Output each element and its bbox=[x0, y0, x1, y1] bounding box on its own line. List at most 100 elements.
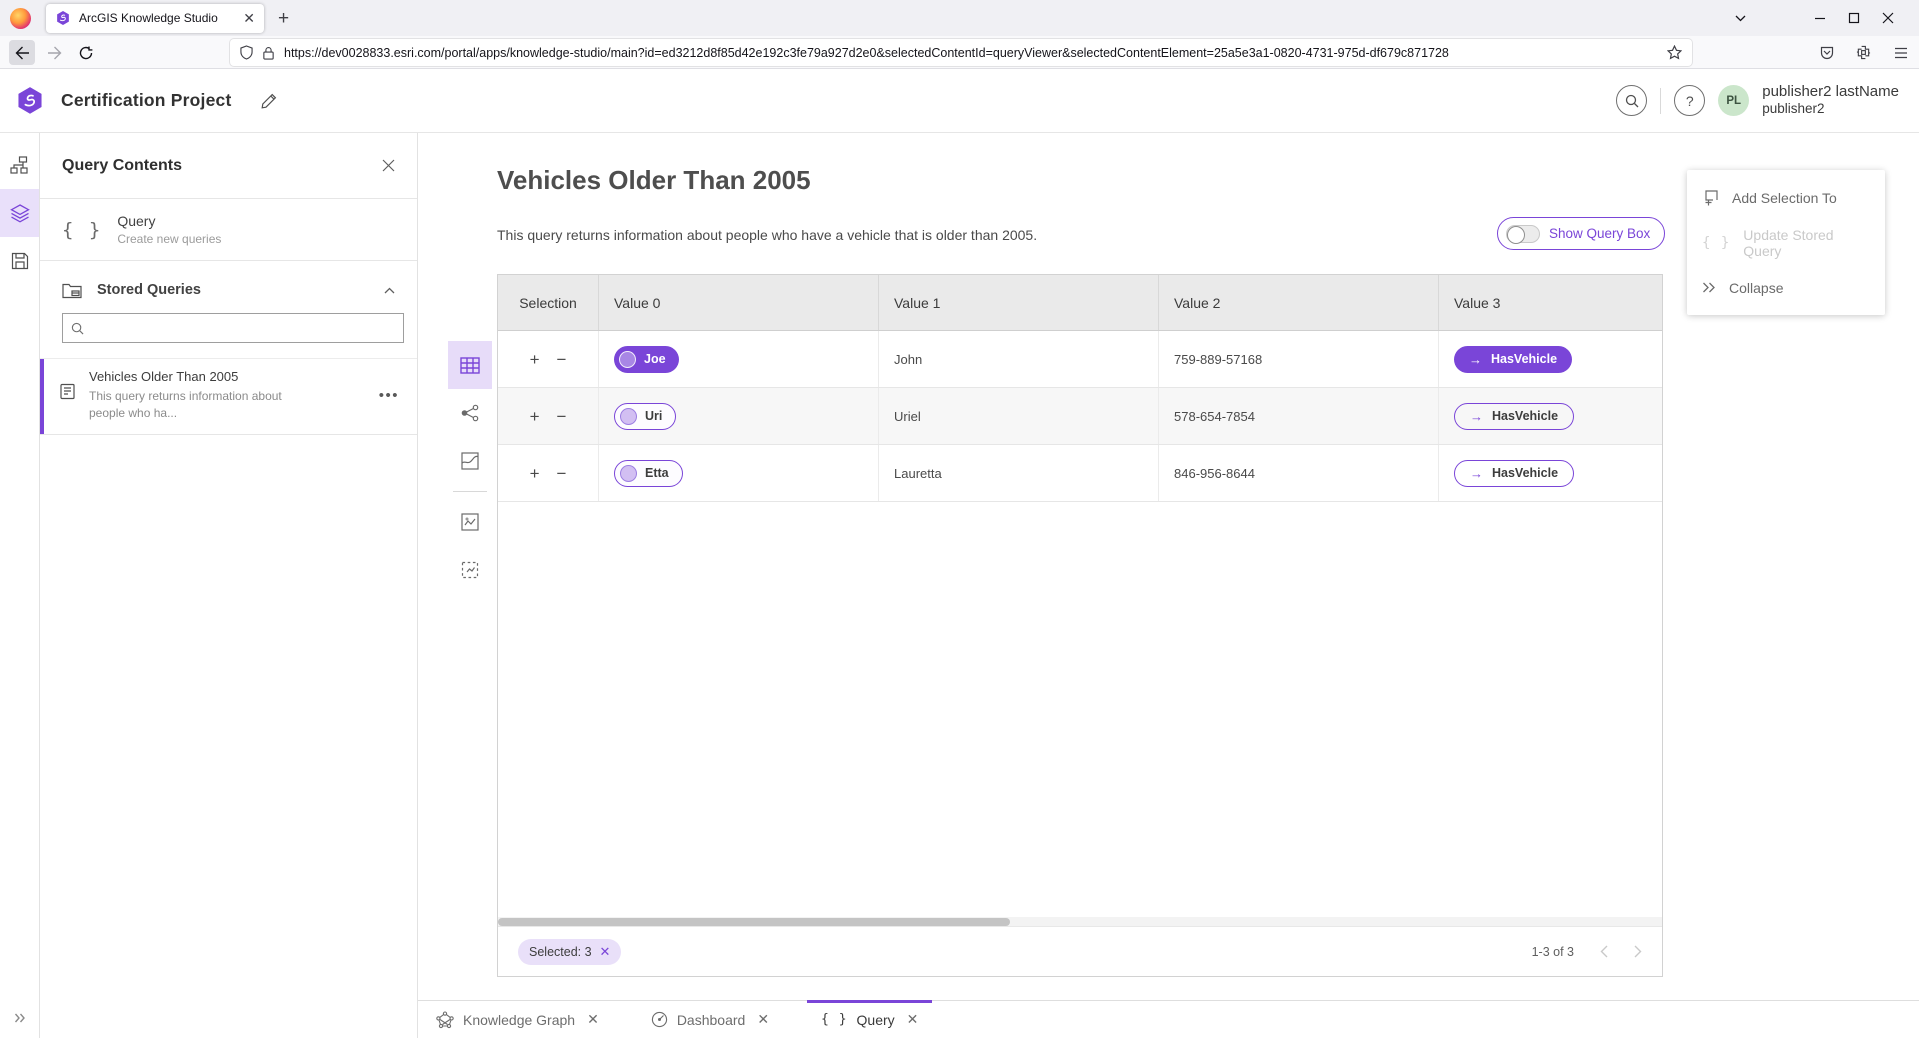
toolbar-divider bbox=[453, 491, 487, 492]
selection-tool-button[interactable] bbox=[448, 546, 492, 594]
question-icon: ? bbox=[1686, 93, 1694, 109]
tab-knowledge-graph[interactable]: Knowledge Graph ✕ bbox=[432, 1001, 603, 1038]
tab-close-button[interactable]: ✕ bbox=[587, 1011, 599, 1028]
stored-query-description: This query returns information about peo… bbox=[89, 388, 289, 422]
lock-icon[interactable] bbox=[262, 46, 275, 60]
query-item-title: Query bbox=[117, 213, 221, 229]
collapse-section-chevron[interactable] bbox=[384, 287, 395, 294]
panel-close-button[interactable] bbox=[382, 159, 395, 172]
forward-button[interactable] bbox=[41, 40, 67, 65]
map-view-button[interactable] bbox=[448, 437, 492, 485]
relationship-pill[interactable]: →HasVehicle bbox=[1454, 460, 1574, 487]
results-table: Selection Value 0 Value 1 Value 2 Value … bbox=[497, 274, 1663, 977]
add-selection-icon bbox=[1702, 189, 1719, 206]
table-view-button[interactable] bbox=[448, 341, 492, 389]
firefox-logo-icon bbox=[10, 8, 31, 29]
tab-close-button[interactable]: ✕ bbox=[757, 1011, 769, 1028]
entity-pill[interactable]: Etta bbox=[614, 460, 683, 487]
rail-item-save[interactable] bbox=[0, 237, 39, 285]
double-chevron-right-icon bbox=[1702, 282, 1716, 293]
tab-query[interactable]: { } Query ✕ bbox=[817, 1001, 922, 1038]
entity-label: Uri bbox=[645, 409, 662, 423]
column-header-value3: Value 3 bbox=[1439, 275, 1662, 330]
help-button[interactable]: ? bbox=[1674, 85, 1705, 116]
scrollbar-thumb[interactable] bbox=[498, 918, 1010, 926]
tab-close-button[interactable]: ✕ bbox=[243, 11, 255, 25]
tracking-shield-icon[interactable] bbox=[240, 45, 253, 60]
add-to-map-button[interactable] bbox=[448, 498, 492, 546]
toggle-switch-icon[interactable] bbox=[1506, 225, 1540, 243]
expand-rail-button[interactable] bbox=[0, 1006, 39, 1030]
link-chart-view-button[interactable] bbox=[448, 389, 492, 437]
new-query-item[interactable]: { } Query Create new queries bbox=[40, 199, 417, 261]
menu-hamburger-icon[interactable] bbox=[1888, 40, 1914, 65]
edit-title-button[interactable] bbox=[261, 93, 277, 109]
search-button[interactable] bbox=[1616, 85, 1647, 116]
list-tabs-chevron-button[interactable] bbox=[1723, 5, 1757, 31]
entity-pill[interactable]: Uri bbox=[614, 403, 676, 430]
pocket-icon[interactable] bbox=[1814, 40, 1840, 65]
entity-pill[interactable]: Joe bbox=[614, 346, 679, 373]
entity-label: Joe bbox=[644, 352, 666, 366]
menu-item-label: Collapse bbox=[1729, 280, 1783, 296]
stored-query-title: Vehicles Older Than 2005 bbox=[89, 369, 360, 384]
remove-selection-button[interactable]: − bbox=[557, 351, 567, 368]
panel-header: Query Contents bbox=[40, 133, 417, 199]
header-divider bbox=[1660, 88, 1661, 114]
reload-button[interactable] bbox=[73, 40, 99, 65]
remove-selection-button[interactable]: − bbox=[557, 408, 567, 425]
menu-item-add-selection-to[interactable]: Add Selection To bbox=[1687, 175, 1885, 220]
next-page-button[interactable] bbox=[1634, 945, 1642, 958]
left-rail bbox=[0, 133, 40, 1038]
hierarchy-icon bbox=[10, 156, 29, 174]
braces-icon: { } bbox=[1702, 235, 1730, 251]
new-tab-button[interactable]: + bbox=[278, 9, 289, 28]
stored-query-item[interactable]: Vehicles Older Than 2005 This query retu… bbox=[40, 358, 417, 435]
previous-page-button[interactable] bbox=[1600, 945, 1608, 958]
menu-item-collapse[interactable]: Collapse bbox=[1687, 265, 1885, 310]
table-footer: Selected: 3 ✕ 1-3 of 3 bbox=[498, 926, 1662, 976]
item-overflow-menu-icon[interactable]: ••• bbox=[373, 387, 405, 404]
stored-queries-search[interactable] bbox=[62, 313, 404, 343]
rail-item-data-model[interactable] bbox=[0, 141, 39, 189]
remove-selection-button[interactable]: − bbox=[557, 465, 567, 482]
table-row: + − Joe John 759-889-57168 →HasVehicle bbox=[498, 331, 1662, 388]
browser-tab[interactable]: ArcGIS Knowledge Studio ✕ bbox=[46, 4, 264, 33]
browser-toolbar: https://dev0028833.esri.com/portal/apps/… bbox=[0, 36, 1919, 69]
relationship-pill[interactable]: →HasVehicle bbox=[1454, 403, 1574, 430]
add-selection-button[interactable]: + bbox=[530, 465, 540, 482]
clear-selection-button[interactable]: ✕ bbox=[600, 944, 611, 960]
window-minimize-button[interactable] bbox=[1803, 5, 1837, 31]
rail-item-layers[interactable] bbox=[0, 189, 39, 237]
cell-value: 846-956-8644 bbox=[1174, 466, 1255, 481]
window-maximize-button[interactable] bbox=[1837, 5, 1871, 31]
braces-icon: { } bbox=[62, 219, 102, 241]
window-close-button[interactable] bbox=[1871, 5, 1905, 31]
content-tab-bar: Knowledge Graph ✕ Dashboard ✕ { } Query … bbox=[418, 1000, 1919, 1038]
query-description: This query returns information about peo… bbox=[497, 227, 1037, 243]
relationship-label: HasVehicle bbox=[1491, 352, 1557, 366]
entity-label: Etta bbox=[645, 466, 669, 480]
show-query-box-toggle[interactable]: Show Query Box bbox=[1497, 217, 1665, 250]
avatar[interactable]: PL bbox=[1718, 85, 1749, 116]
tab-close-button[interactable]: ✕ bbox=[907, 1011, 919, 1028]
cell-value: Lauretta bbox=[894, 466, 942, 481]
relationship-pill[interactable]: →HasVehicle bbox=[1454, 346, 1572, 373]
app-header: Certification Project ? PL publisher2 la… bbox=[0, 69, 1919, 133]
selected-count-label: Selected: 3 bbox=[529, 945, 592, 959]
back-button[interactable] bbox=[9, 40, 35, 65]
bookmark-star-icon[interactable] bbox=[1667, 45, 1682, 60]
address-bar[interactable]: https://dev0028833.esri.com/portal/apps/… bbox=[230, 39, 1692, 66]
stored-queries-header: Stored Queries bbox=[40, 261, 417, 311]
app-logo-icon bbox=[16, 86, 44, 116]
search-input[interactable] bbox=[91, 321, 395, 336]
tab-dashboard[interactable]: Dashboard ✕ bbox=[647, 1001, 773, 1038]
user-name: publisher2 lastName publisher2 bbox=[1762, 83, 1903, 119]
add-selection-button[interactable]: + bbox=[530, 351, 540, 368]
entity-dot-icon bbox=[619, 351, 636, 368]
extensions-icon[interactable] bbox=[1850, 40, 1876, 65]
user-name-line2: publisher2 bbox=[1762, 101, 1899, 118]
browser-tab-strip: ArcGIS Knowledge Studio ✕ + bbox=[0, 0, 1919, 36]
map-overlay-icon bbox=[461, 513, 479, 531]
add-selection-button[interactable]: + bbox=[530, 408, 540, 425]
